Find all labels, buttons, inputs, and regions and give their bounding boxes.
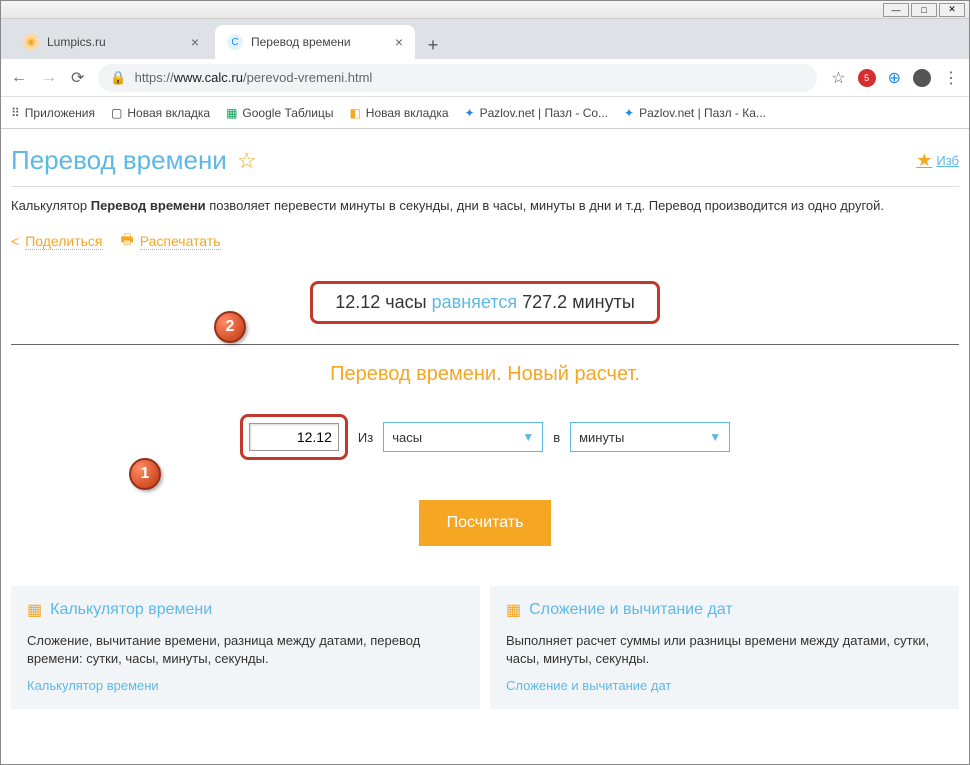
extension-icon[interactable]: 5 [858, 69, 876, 87]
result-value-to: 727.2 [522, 292, 567, 312]
sub-heading: Перевод времени. Новый расчет. [11, 363, 959, 386]
window-minimize-button[interactable]: — [883, 3, 909, 17]
value-input-highlight [240, 414, 348, 460]
window-close-button[interactable]: ✕ [939, 3, 965, 17]
sheets-icon: ▦ [226, 106, 237, 120]
tab-close-icon[interactable]: × [191, 34, 199, 50]
related-card: ▦Сложение и вычитание дат Выполняет расч… [490, 586, 959, 708]
share-link[interactable]: < Поделиться [11, 229, 103, 253]
select-value: минуты [579, 430, 624, 445]
browser-tab[interactable]: С Перевод времени × [215, 25, 415, 59]
share-icon: < [11, 233, 19, 249]
tab-favicon-icon: С [227, 34, 243, 50]
bookmarks-bar: ⠿ Приложения ▢ Новая вкладка ▦ Google Табли… [1, 97, 969, 129]
grid-icon: ▦ [506, 600, 521, 620]
apps-grid-icon: ⠿ [11, 106, 20, 120]
favorites-label: Изб [936, 153, 959, 168]
address-bar: ← → ⟳ 🔒 https://www.calc.ru/perevod-vrem… [1, 59, 969, 97]
window-titlebar: — □ ✕ [1, 1, 969, 19]
chevron-down-icon: ▼ [522, 430, 534, 444]
result-unit-from: часы [385, 292, 426, 312]
unit-from-select[interactable]: часы ▼ [383, 422, 543, 452]
bookmark-label: Новая вкладка [127, 106, 210, 120]
bookmark-label: Google Таблицы [242, 106, 333, 120]
nav-back-icon[interactable]: ← [11, 69, 27, 87]
description-text: Калькулятор Перевод времени позволяет пе… [11, 186, 959, 229]
bookmark-label: Новая вкладка [366, 106, 449, 120]
tab-title: Lumpics.ru [47, 35, 106, 49]
bookmark-item[interactable]: ▢ Новая вкладка [111, 106, 210, 120]
window-maximize-button[interactable]: □ [911, 3, 937, 17]
bookmark-item[interactable]: ▦ Google Таблицы [226, 106, 333, 120]
favorites-link[interactable]: ★ Изб [916, 150, 959, 171]
lock-icon: 🔒 [110, 70, 126, 86]
tab-close-icon[interactable]: × [395, 34, 403, 50]
browser-tab-strip: ◉ Lumpics.ru × С Перевод времени × + [1, 19, 969, 59]
annotation-badge-2: 2 [214, 311, 246, 343]
puzzle-icon: ✦ [624, 106, 634, 120]
bookmark-label: Pazlov.net | Пазл - Ка... [639, 106, 766, 120]
result-equals: равняется [432, 292, 517, 312]
bookmark-item[interactable]: ◧ Новая вкладка [349, 106, 448, 120]
card-text: Выполняет расчет суммы или разницы време… [506, 632, 943, 668]
profile-avatar-icon[interactable] [913, 69, 931, 87]
calculate-button[interactable]: Посчитать [419, 500, 552, 546]
nav-reload-icon[interactable]: ⟳ [71, 68, 84, 88]
chevron-down-icon: ▼ [709, 430, 721, 444]
unit-to-select[interactable]: минуты ▼ [570, 422, 730, 452]
bookmark-label: Pazlov.net | Пазл - Со... [480, 106, 608, 120]
card-link[interactable]: Сложение и вычитание дат [506, 678, 671, 693]
apps-button[interactable]: ⠿ Приложения [11, 106, 95, 120]
nav-forward-icon[interactable]: → [41, 69, 57, 87]
print-link[interactable]: 🖶 Распечатать [121, 229, 221, 253]
puzzle-icon: ✦ [465, 106, 475, 120]
result-box: 12.12 часы равняется 727.2 минуты [310, 281, 660, 324]
bookmark-star-icon[interactable]: ☆ [831, 68, 845, 88]
extension-icon[interactable]: ⊕ [888, 68, 901, 88]
url-host: www.calc.ru [174, 70, 243, 85]
bookmark-item[interactable]: ✦ Pazlov.net | Пазл - Ка... [624, 106, 766, 120]
value-input[interactable] [249, 423, 339, 451]
browser-tab[interactable]: ◉ Lumpics.ru × [11, 25, 211, 59]
result-value-from: 12.12 [335, 292, 380, 312]
apps-label: Приложения [25, 106, 95, 120]
share-label: Поделиться [25, 233, 102, 250]
to-label: в [553, 430, 560, 445]
url-path: /perevod-vremeni.html [243, 70, 372, 85]
favorite-star-icon[interactable]: ☆ [237, 148, 257, 174]
url-field[interactable]: 🔒 https://www.calc.ru/perevod-vremeni.ht… [98, 64, 817, 92]
print-label: Распечатать [140, 233, 221, 250]
card-link[interactable]: Калькулятор времени [27, 678, 159, 693]
card-text: Сложение, вычитание времени, разница меж… [27, 632, 464, 668]
tab-favicon-icon: ◉ [23, 34, 39, 50]
url-prefix: https:// [135, 70, 174, 85]
new-tab-button[interactable]: + [419, 31, 447, 59]
bookmark-item[interactable]: ✦ Pazlov.net | Пазл - Со... [465, 106, 609, 120]
select-value: часы [392, 430, 422, 445]
print-icon: 🖶 [121, 229, 134, 253]
card-title: ▦Сложение и вычитание дат [506, 600, 943, 620]
grid-icon: ▦ [27, 600, 42, 620]
page-title: Перевод времени ☆ [11, 145, 257, 176]
page-icon: ◧ [349, 106, 360, 120]
tab-title: Перевод времени [251, 35, 351, 49]
from-label: Из [358, 430, 373, 445]
card-title: ▦Калькулятор времени [27, 600, 464, 620]
page-icon: ▢ [111, 106, 122, 120]
result-unit-to: минуты [572, 292, 635, 312]
divider [11, 344, 959, 345]
star-icon: ★ [916, 150, 932, 171]
browser-menu-icon[interactable]: ⋮ [943, 68, 959, 88]
page-title-text: Перевод времени [11, 145, 227, 176]
related-card: ▦Калькулятор времени Сложение, вычитание… [11, 586, 480, 708]
annotation-badge-1: 1 [129, 458, 161, 490]
